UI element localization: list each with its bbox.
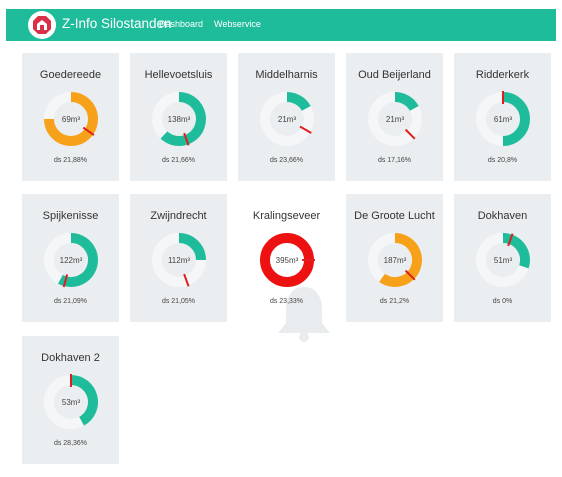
silo-volume: 51m³ xyxy=(494,256,513,265)
silo-ds-value: ds 28,36% xyxy=(53,440,88,447)
silo-ds-value: ds 21,2% xyxy=(379,298,410,305)
nav-webservice-link[interactable]: Webservice xyxy=(214,19,261,29)
silo-name: Oud Beijerland xyxy=(358,69,431,81)
silo-volume: 61m³ xyxy=(494,115,513,124)
silo-card[interactable]: Zwijndrecht 112m³ ds 21,05% xyxy=(130,194,227,322)
silo-name: Hellevoetsluis xyxy=(144,69,213,81)
logo-icon xyxy=(33,16,51,34)
silo-gauge: 61m³ xyxy=(476,91,530,146)
silo-name: Dokhaven xyxy=(477,210,528,222)
nav-dashboard-link[interactable]: Dashboard xyxy=(159,19,203,29)
top-navbar: Z-Info Silostanden Dashboard Webservice xyxy=(6,9,556,41)
silo-gauge: 187m³ xyxy=(368,233,422,287)
silo-ds-value: ds 20,8% xyxy=(487,157,518,164)
silo-card[interactable]: De Groote Lucht 187m³ ds 21,2% xyxy=(346,194,443,322)
silo-volume: 21m³ xyxy=(386,115,405,124)
app-logo[interactable] xyxy=(28,11,56,39)
silo-volume: 112m³ xyxy=(168,256,190,265)
silo-ds-value: ds 0% xyxy=(492,298,513,305)
silo-ds-value: ds 21,66% xyxy=(161,157,196,164)
silo-ds-value: ds 21,09% xyxy=(53,298,88,305)
silo-ds-value: ds 21,88% xyxy=(53,157,88,164)
silo-gauge: 21m³ xyxy=(368,92,422,146)
silo-card[interactable]: Kralingseveer 395m³ ds 23,33% xyxy=(238,194,335,322)
silo-card[interactable]: Goedereede 69m³ ds 21,88% xyxy=(22,53,119,181)
silo-card[interactable]: Dokhaven 2 53m³ ds 28,36% xyxy=(22,336,119,464)
silo-name: Dokhaven 2 xyxy=(41,352,100,364)
gauge-fill xyxy=(394,92,419,112)
silo-name: Zwijndrecht xyxy=(150,210,207,222)
silo-gauge: 53m³ xyxy=(44,374,98,429)
silo-gauge: 122m³ xyxy=(44,233,98,288)
silo-volume: 395m³ xyxy=(276,256,299,265)
silo-volume: 138m³ xyxy=(168,115,191,124)
silo-volume: 53m³ xyxy=(62,398,81,407)
silo-volume: 187m³ xyxy=(384,256,407,265)
silo-gauge: 69m³ xyxy=(44,92,98,146)
silo-gauge: 395m³ xyxy=(260,233,315,287)
silo-card[interactable]: Hellevoetsluis 138m³ ds 21,66% xyxy=(130,53,227,181)
silo-volume: 122m³ xyxy=(60,256,83,265)
gauge-fill xyxy=(286,92,311,112)
silo-ds-value: ds 23,33% xyxy=(269,298,304,305)
silo-ds-value: ds 21,05% xyxy=(161,298,196,305)
silo-gauge: 138m³ xyxy=(152,92,206,146)
silo-card[interactable]: Ridderkerk 61m³ ds 20,8% xyxy=(454,53,551,181)
silo-card[interactable]: Dokhaven 51m³ ds 0% xyxy=(454,194,551,322)
silo-gauge: 51m³ xyxy=(476,233,530,287)
silo-name: Ridderkerk xyxy=(475,69,530,81)
app-title[interactable]: Z-Info Silostanden xyxy=(62,16,172,31)
silo-name: De Groote Lucht xyxy=(354,210,435,222)
silo-gauge: 112m³ xyxy=(152,233,206,287)
silo-name: Middelharnis xyxy=(255,69,318,81)
silo-name: Spijkenisse xyxy=(42,210,99,222)
silo-ds-value: ds 17,16% xyxy=(377,157,412,164)
silo-card[interactable]: Oud Beijerland 21m³ ds 17,16% xyxy=(346,53,443,181)
silo-card[interactable]: Spijkenisse 122m³ ds 21,09% xyxy=(22,194,119,322)
silo-ds-value: ds 23,66% xyxy=(269,157,304,164)
silo-card[interactable]: Middelharnis 21m³ ds 23,66% xyxy=(238,53,335,181)
silo-gauge: 21m³ xyxy=(260,92,314,146)
silo-name: Kralingseveer xyxy=(252,210,321,222)
silo-volume: 21m³ xyxy=(278,115,297,124)
silo-name: Goedereede xyxy=(39,69,102,81)
silo-volume: 69m³ xyxy=(62,115,81,124)
